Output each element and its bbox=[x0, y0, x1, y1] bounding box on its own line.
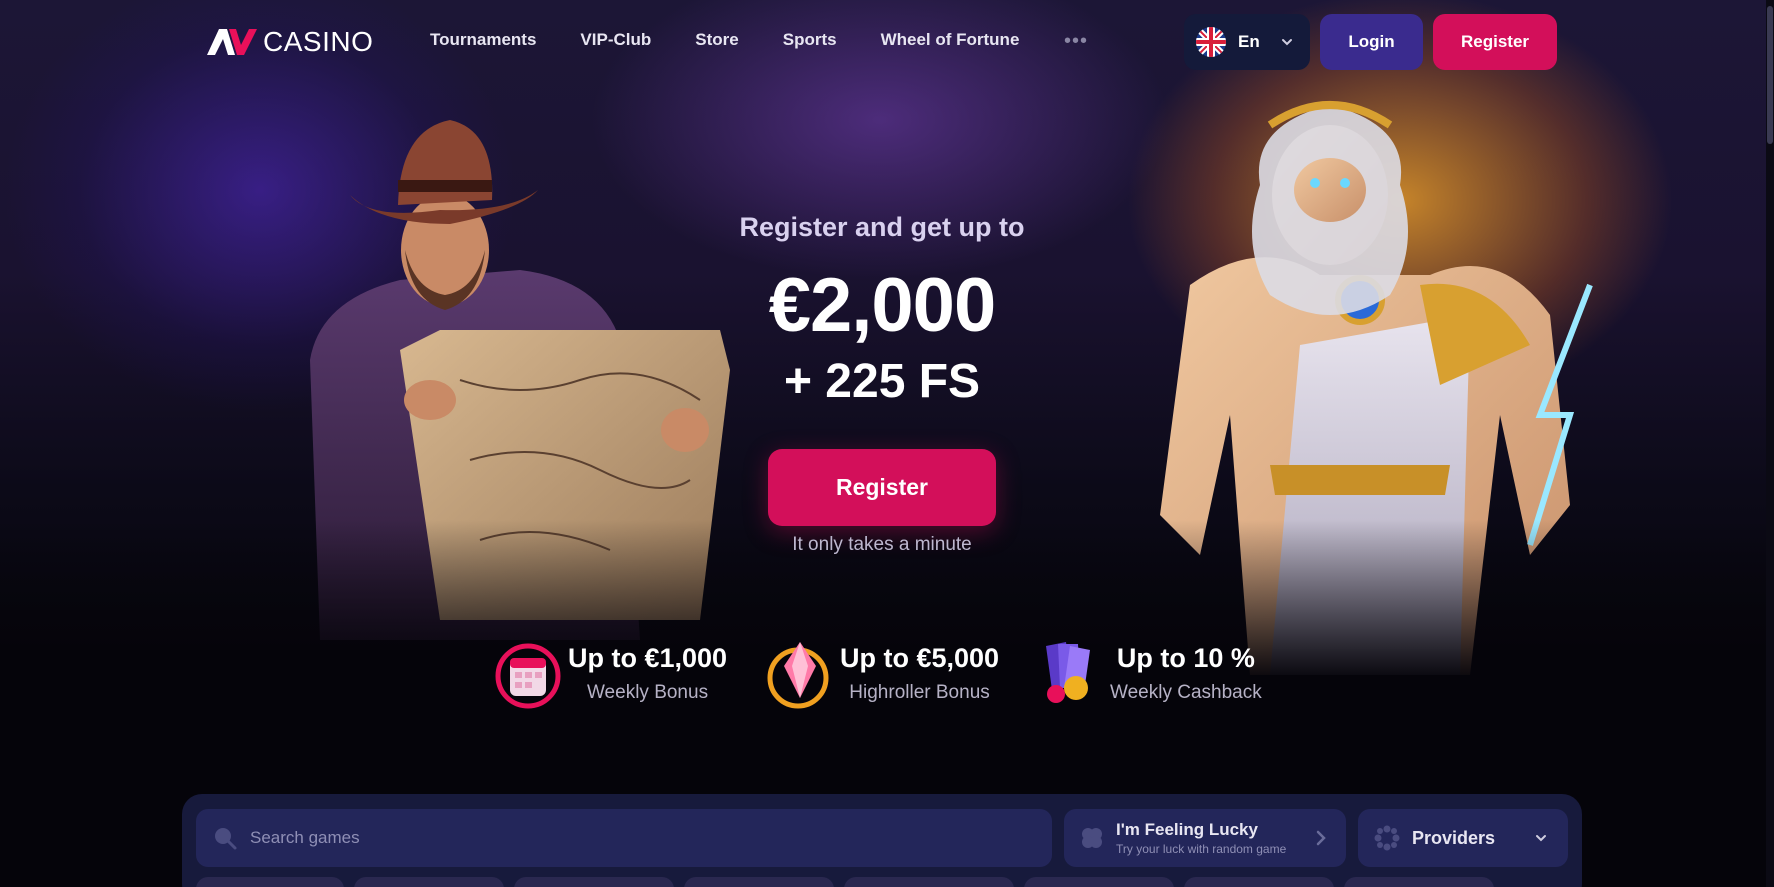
nav-item-store[interactable]: Store bbox=[695, 30, 738, 50]
page-scrollbar[interactable] bbox=[1766, 0, 1774, 887]
promo-free-spins: + 225 FS bbox=[783, 355, 981, 408]
chevron-down-icon bbox=[1281, 39, 1292, 46]
language-label: En bbox=[1238, 32, 1260, 51]
bonus-subtitle: Highroller Bonus bbox=[849, 681, 990, 703]
login-button[interactable]: Login bbox=[1320, 14, 1423, 70]
more-dots-icon[interactable]: ••• bbox=[1064, 30, 1088, 53]
game-thumbnail[interactable] bbox=[1184, 877, 1334, 887]
main-nav: Tournaments VIP-Club Store Sports Wheel … bbox=[430, 30, 1019, 50]
nav-item-vip-club[interactable]: VIP-Club bbox=[580, 30, 651, 50]
promo-subtitle: Register and get up to bbox=[739, 212, 1025, 242]
logo-text: CASINO bbox=[263, 26, 374, 57]
search-box[interactable] bbox=[196, 809, 1052, 867]
nav-item-wheel-of-fortune[interactable]: Wheel of Fortune bbox=[881, 30, 1020, 50]
nav-item-sports[interactable]: Sports bbox=[783, 30, 837, 50]
bonus-cashback[interactable]: Up to 10 % Weekly Cashback bbox=[1036, 636, 1262, 710]
bonus-title: Up to 10 % bbox=[1116, 642, 1255, 673]
providers-dropdown[interactable]: Providers bbox=[1358, 809, 1568, 867]
game-thumbnail[interactable] bbox=[354, 877, 504, 887]
game-thumbnails-row bbox=[196, 877, 1494, 887]
clover-icon bbox=[1082, 828, 1102, 848]
bonus-subtitle: Weekly Cashback bbox=[1110, 681, 1262, 703]
game-thumbnail[interactable] bbox=[1024, 877, 1174, 887]
promo-note: It only takes a minute bbox=[792, 534, 972, 555]
game-thumbnail[interactable] bbox=[1344, 877, 1494, 887]
bonus-subtitle: Weekly Bonus bbox=[586, 681, 709, 703]
bonus-title: Up to €1,000 bbox=[568, 642, 728, 673]
game-thumbnail[interactable] bbox=[196, 877, 344, 887]
providers-label: Providers bbox=[1412, 827, 1496, 848]
lucky-title: I'm Feeling Lucky bbox=[1116, 820, 1258, 839]
chevron-down-icon bbox=[1536, 835, 1546, 842]
language-selector[interactable]: En bbox=[1184, 14, 1310, 70]
site-logo[interactable]: CASINO bbox=[205, 26, 373, 58]
promo-amount: €2,000 bbox=[768, 263, 996, 348]
games-filter-panel: I'm Feeling Lucky Try your luck with ran… bbox=[182, 794, 1582, 887]
lucky-subtitle: Try your luck with random game bbox=[1116, 842, 1287, 856]
search-icon bbox=[215, 828, 237, 850]
scrollbar-thumb[interactable] bbox=[1767, 6, 1773, 144]
crystal-bonus-icon bbox=[767, 642, 829, 709]
providers-grid-icon bbox=[1374, 825, 1400, 851]
bonus-title: Up to €5,000 bbox=[840, 642, 1000, 673]
register-button-hero[interactable]: Register bbox=[768, 449, 996, 526]
nav-item-tournaments[interactable]: Tournaments bbox=[430, 30, 536, 50]
bonus-highroller[interactable]: Up to €5,000 Highroller Bonus bbox=[766, 636, 999, 710]
calendar-bonus-icon bbox=[495, 643, 561, 709]
bonus-weekly[interactable]: Up to €1,000 Weekly Bonus bbox=[494, 636, 727, 710]
game-thumbnail[interactable] bbox=[514, 877, 674, 887]
register-button-header[interactable]: Register bbox=[1433, 14, 1557, 70]
game-thumbnail[interactable] bbox=[684, 877, 834, 887]
top-navigation-bar: CASINO Tournaments VIP-Club Store Sports… bbox=[0, 0, 1774, 84]
uk-flag-icon bbox=[1196, 27, 1226, 57]
chevron-right-icon bbox=[1316, 830, 1326, 846]
search-input[interactable] bbox=[250, 828, 1030, 848]
cashback-cards-icon bbox=[1046, 642, 1090, 703]
brand-logo-mark-icon bbox=[207, 29, 257, 55]
game-thumbnail[interactable] bbox=[844, 877, 1014, 887]
feeling-lucky-button[interactable]: I'm Feeling Lucky Try your luck with ran… bbox=[1064, 809, 1346, 867]
